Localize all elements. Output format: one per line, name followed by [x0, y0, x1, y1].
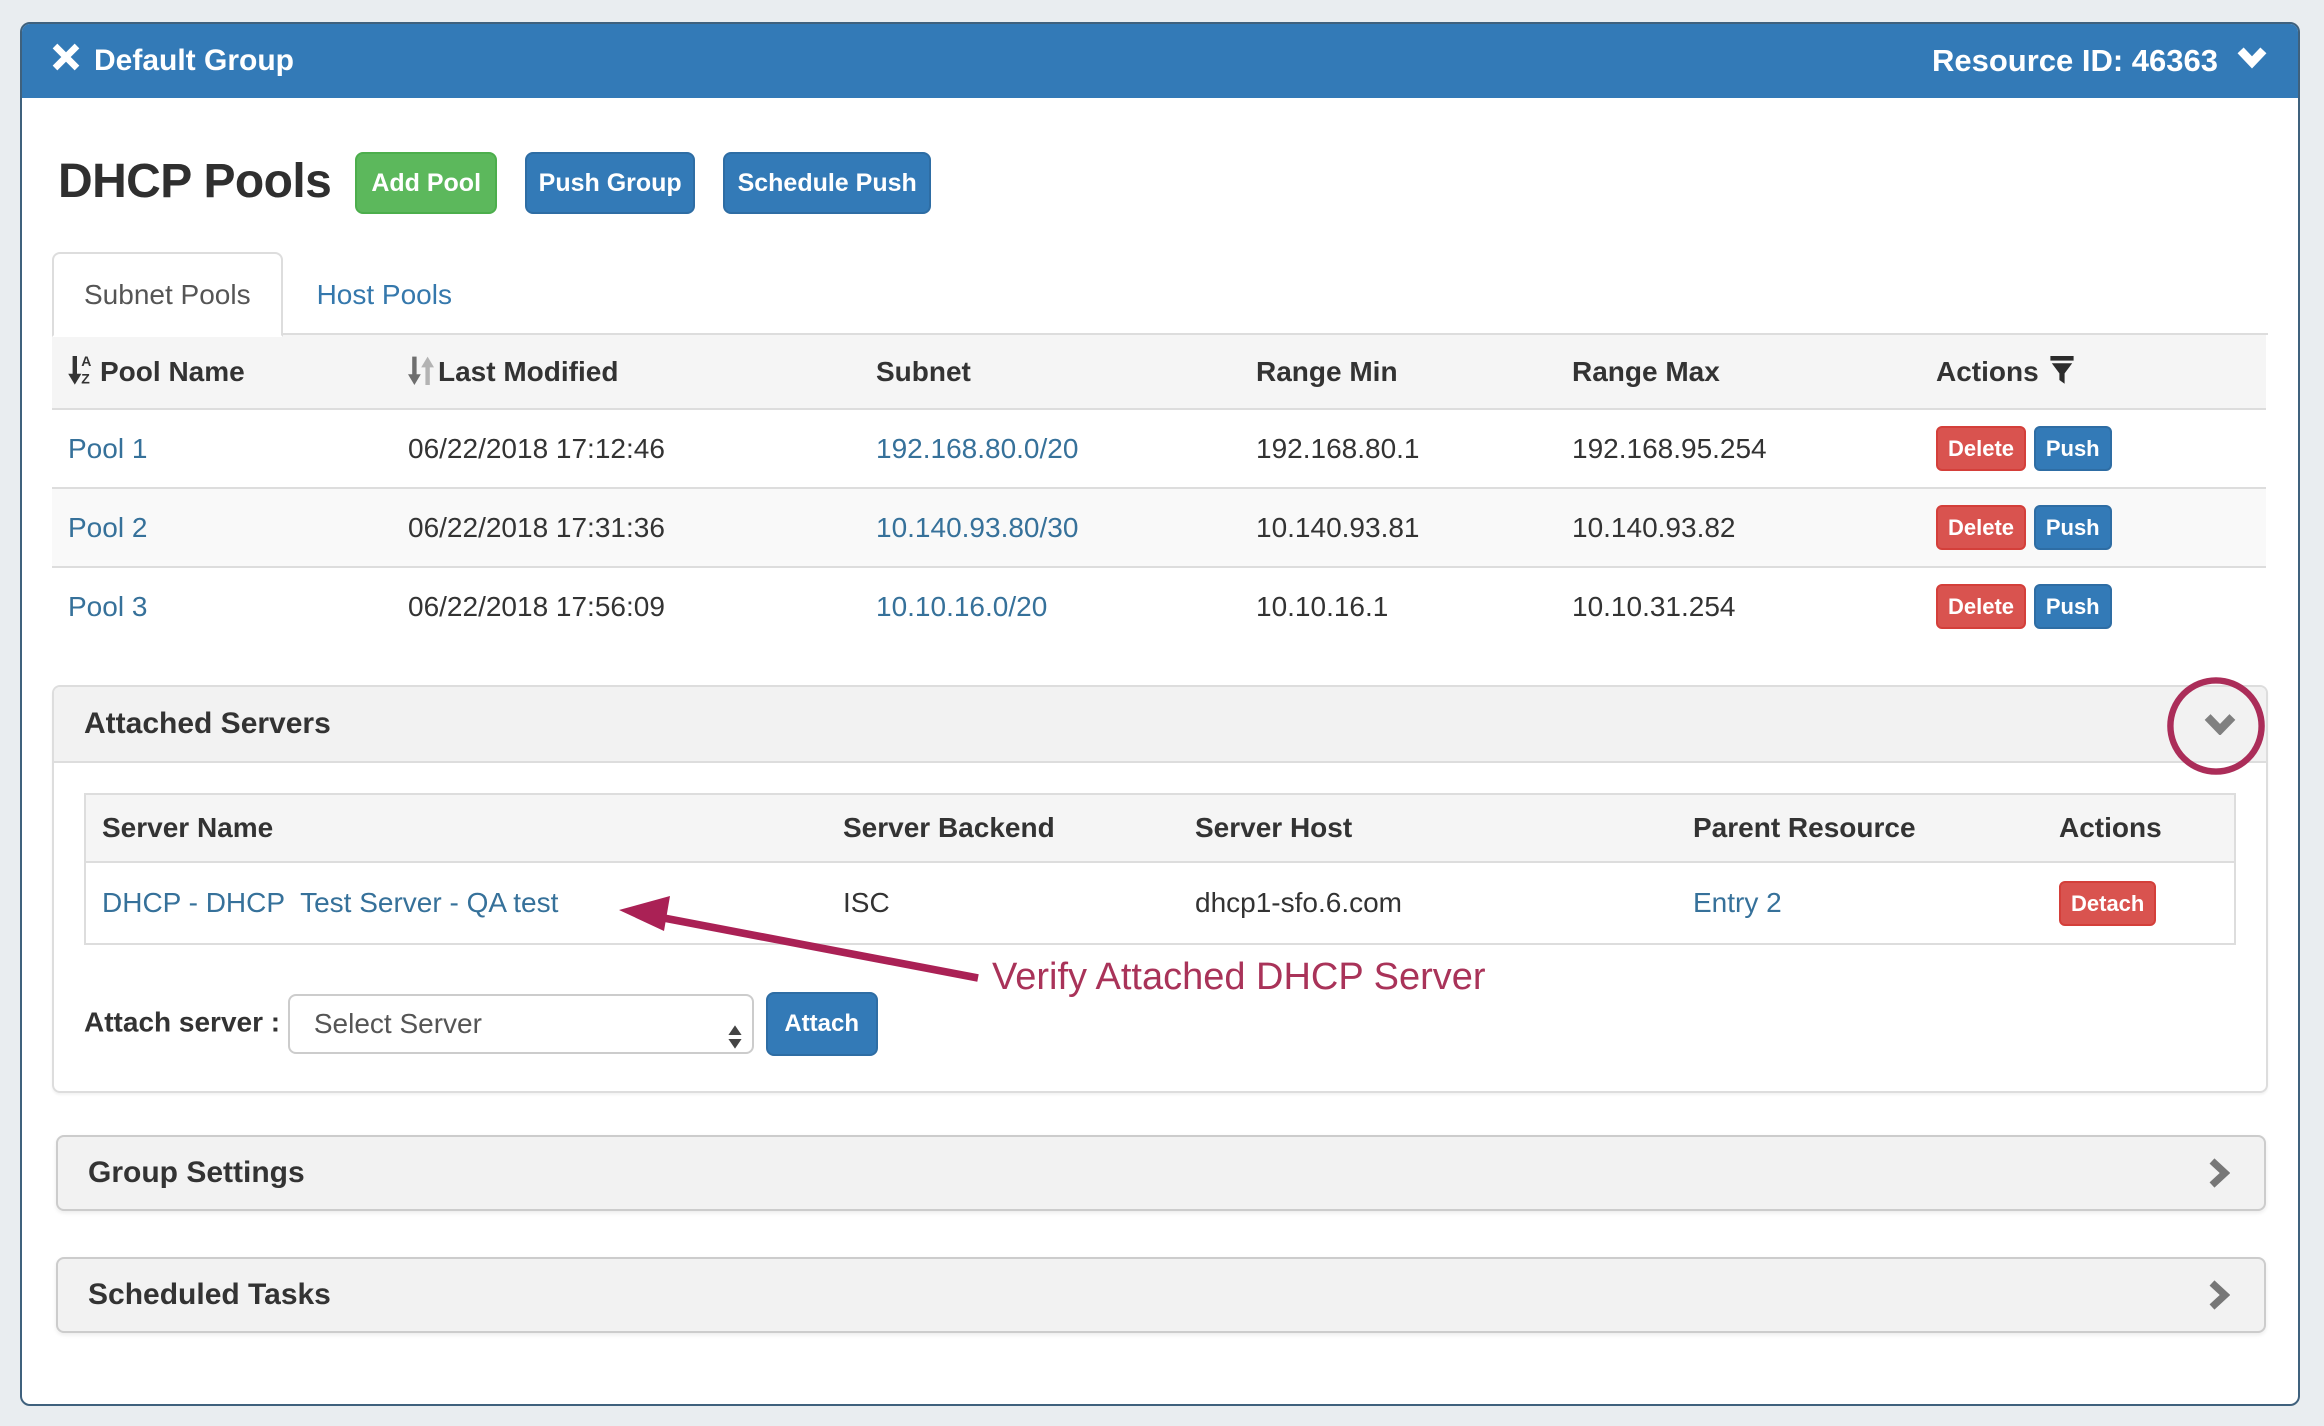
- svg-text:Z: Z: [81, 370, 90, 386]
- svg-text:A: A: [81, 355, 91, 369]
